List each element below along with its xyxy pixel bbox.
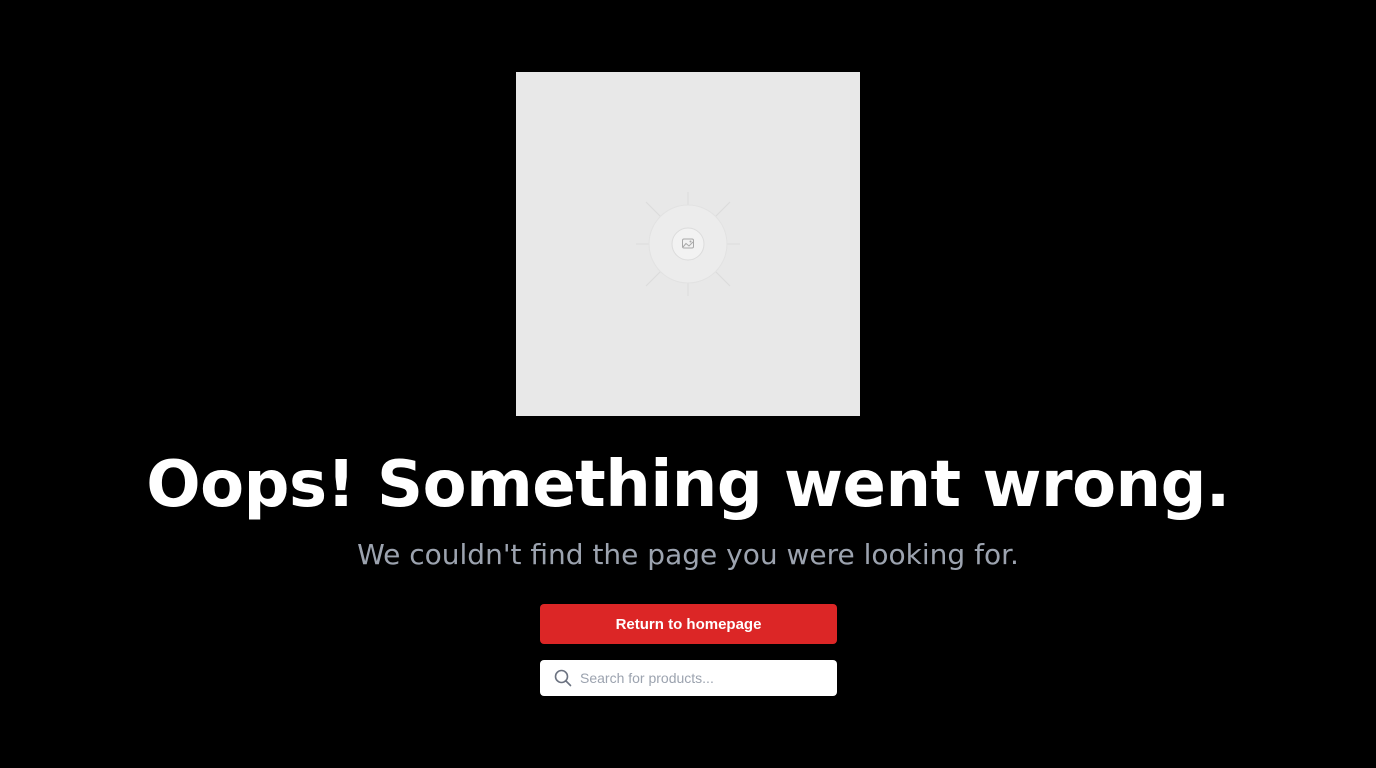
error-headline: Oops! Something went wrong.	[146, 448, 1230, 522]
error-page: Oops! Something went wrong. We couldn't …	[0, 0, 1376, 768]
error-message: We couldn't find the page you were looki…	[357, 538, 1019, 571]
error-illustration	[516, 72, 860, 416]
return-to-homepage-button[interactable]: Return to homepage	[540, 604, 837, 644]
image-placeholder-icon	[636, 192, 740, 296]
search-input[interactable]	[580, 670, 820, 686]
search-box[interactable]	[540, 660, 837, 696]
search-icon	[554, 669, 572, 687]
